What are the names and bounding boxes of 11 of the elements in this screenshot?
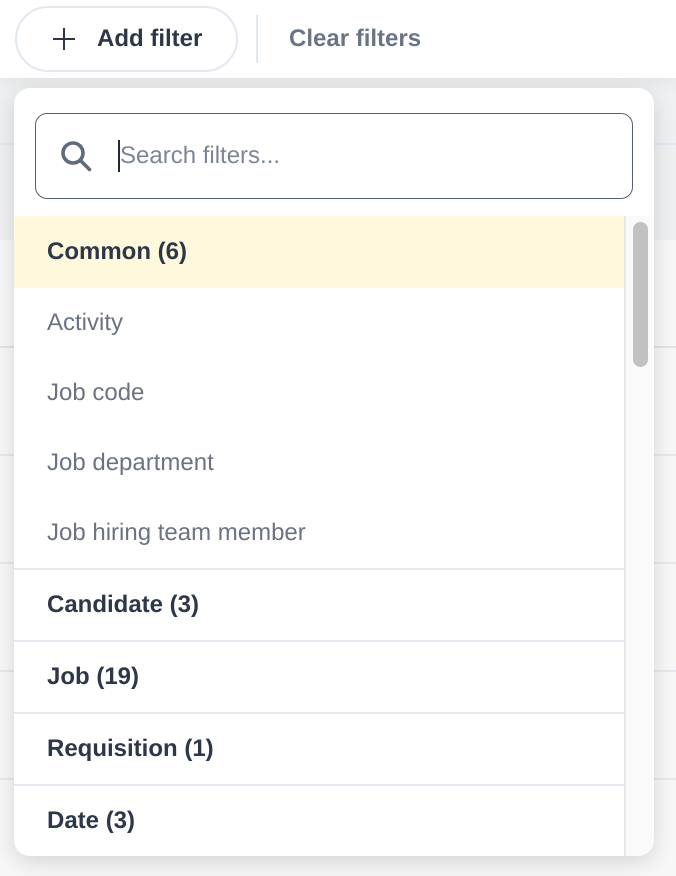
search-icon [60,140,92,172]
filter-category[interactable]: Job (19) [14,640,624,712]
clear-filters-button[interactable]: Clear filters [289,21,422,57]
filter-category[interactable]: Requisition (1) [14,712,624,784]
search-field[interactable]: Search filters... [35,113,633,199]
plus-icon [53,28,75,50]
filter-category[interactable]: Date (3) [14,784,624,856]
add-filter-button[interactable]: Add filter [15,6,238,72]
filter-category[interactable]: Common (6) [14,216,624,288]
filter-category[interactable]: Candidate (3) [14,568,624,640]
scrollbar-thumb[interactable] [633,222,648,367]
